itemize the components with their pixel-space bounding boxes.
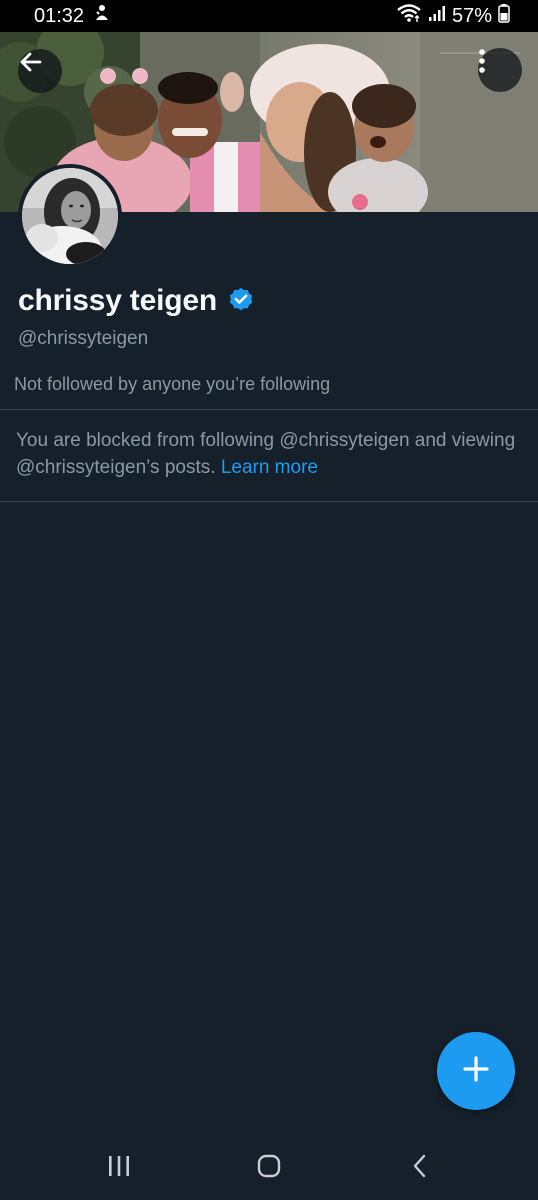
learn-more-link[interactable]: Learn more bbox=[221, 457, 318, 478]
status-bar: 01:32 57% bbox=[0, 0, 538, 32]
back-icon bbox=[410, 1153, 430, 1184]
verified-badge-icon bbox=[227, 285, 255, 318]
wifi-icon bbox=[396, 3, 422, 29]
system-nav-bar bbox=[0, 1136, 538, 1200]
back-nav-button[interactable] bbox=[400, 1150, 440, 1186]
avatar-photo bbox=[22, 168, 118, 264]
profile-handle: @chrissyteigen bbox=[18, 328, 149, 349]
home-button[interactable] bbox=[249, 1150, 289, 1186]
status-time: 01:32 bbox=[34, 4, 85, 27]
divider bbox=[0, 501, 538, 502]
back-button[interactable] bbox=[18, 49, 62, 93]
home-icon bbox=[256, 1153, 282, 1184]
recent-apps-button[interactable] bbox=[99, 1150, 139, 1186]
status-right: 57% bbox=[396, 3, 510, 29]
recent-apps-icon bbox=[106, 1154, 132, 1183]
more-options-button[interactable] bbox=[478, 48, 522, 92]
signal-icon bbox=[428, 4, 446, 28]
avatar[interactable] bbox=[18, 164, 122, 268]
divider bbox=[0, 409, 538, 410]
battery-percent: 57% bbox=[451, 4, 492, 27]
plus-icon bbox=[461, 1054, 491, 1089]
notification-icon bbox=[92, 3, 112, 29]
status-left: 01:32 bbox=[34, 3, 112, 29]
display-name: chrissy teigen bbox=[18, 284, 217, 317]
battery-icon bbox=[498, 3, 510, 29]
followers-you-know: Not followed by anyone you’re following bbox=[14, 374, 331, 394]
name-row: chrissy teigen bbox=[18, 284, 255, 318]
blocked-notice: You are blocked from following @chrissyt… bbox=[16, 427, 516, 481]
compose-button[interactable] bbox=[437, 1032, 515, 1110]
